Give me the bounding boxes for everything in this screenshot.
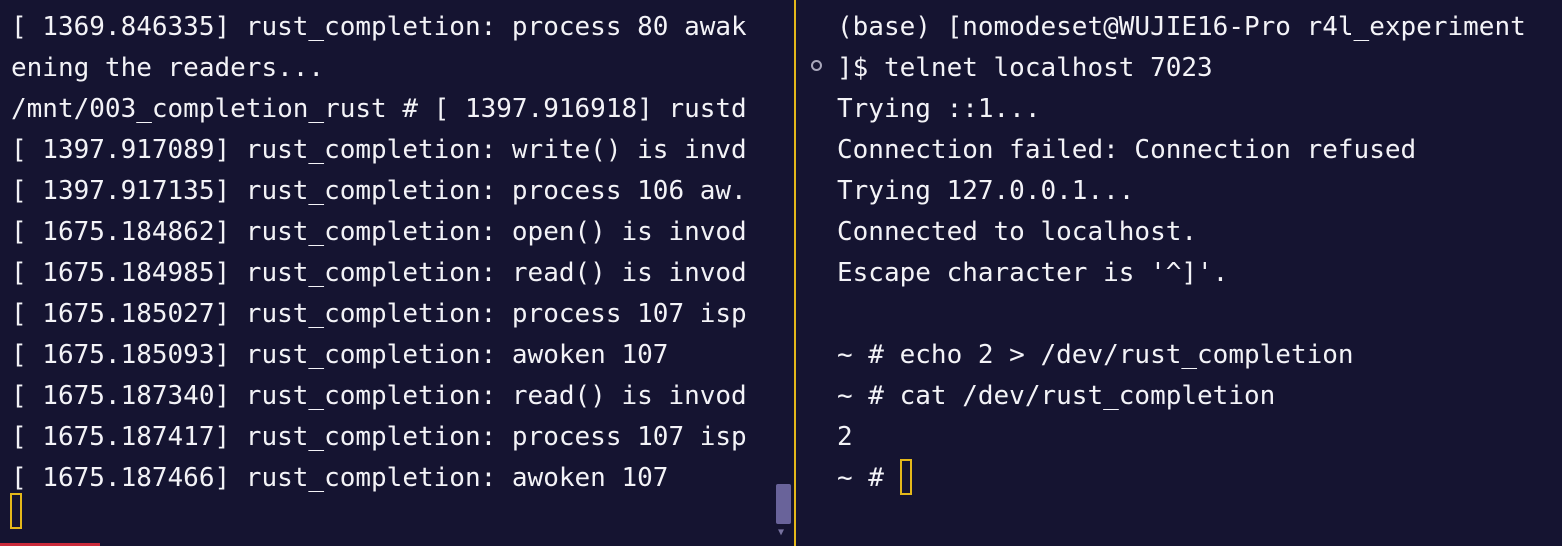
left-terminal-output: [ 1369.846335] rust_completion: process … [11,7,771,499]
terminal-line: Connected to localhost. [837,217,1198,247]
terminal-line: ening the readers... [11,53,325,83]
scroll-down-arrow-icon[interactable]: ▼ [778,527,784,539]
right-terminal-output: (base) [nomodeset@WUJIE16-Pro r4l_experi… [837,7,1557,499]
terminal-line: ~ # cat /dev/rust_completion [837,381,1276,411]
terminal-line: Trying ::1... [837,94,1041,124]
terminal-line: (base) [nomodeset@WUJIE16-Pro r4l_experi… [837,12,1526,42]
terminal-line: [ 1675.187466] rust_completion: awoken 1… [11,463,669,493]
terminal-prompt-line[interactable]: ~ # [837,458,1557,499]
terminal-line: /mnt/003_completion_rust # [ 1397.916918… [11,94,747,124]
left-terminal-cursor [10,493,22,529]
right-terminal-cursor [899,458,912,495]
left-terminal-pane[interactable]: [ 1369.846335] rust_completion: process … [0,0,794,546]
terminal-line: [ 1675.187340] rust_completion: read() i… [11,381,747,411]
terminal-line: [ 1675.184985] rust_completion: read() i… [11,258,747,288]
terminal-line: [ 1675.185093] rust_completion: awoken 1… [11,340,669,370]
terminal-line: [ 1369.846335] rust_completion: process … [11,12,747,42]
terminal-line: ~ # echo 2 > /dev/rust_completion [837,340,1354,370]
left-terminal-scrollbar-thumb[interactable] [776,484,791,524]
terminal-line: [ 1675.187417] rust_completion: process … [11,422,747,452]
terminal-line: [ 1675.184862] rust_completion: open() i… [11,217,747,247]
terminal-line: Trying 127.0.0.1... [837,176,1135,206]
terminal-line: [ 1397.917135] rust_completion: process … [11,176,747,206]
terminal-line: ]$ telnet localhost 7023 [837,53,1213,83]
terminal-line: [ 1397.917089] rust_completion: write() … [11,135,747,165]
right-terminal-pane[interactable]: (base) [nomodeset@WUJIE16-Pro r4l_experi… [796,0,1562,546]
terminal-line: Connection failed: Connection refused [837,135,1417,165]
terminal-line: [ 1675.185027] rust_completion: process … [11,299,747,329]
terminal-line: 2 [837,422,853,452]
terminal-line: Escape character is '^]'. [837,258,1229,288]
shell-prompt: ~ # [837,463,900,493]
